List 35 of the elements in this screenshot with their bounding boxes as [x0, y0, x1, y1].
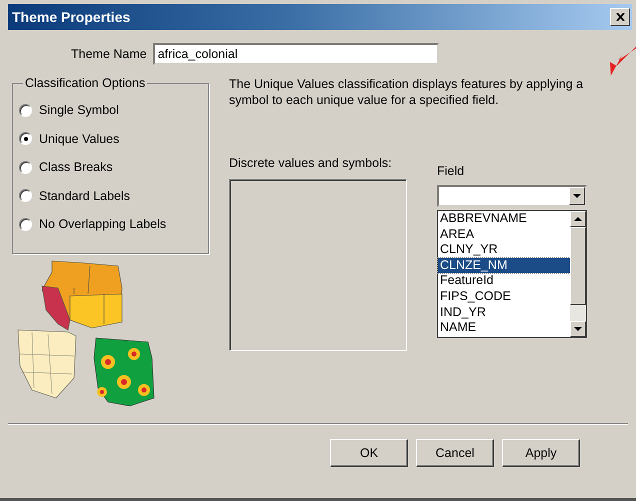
radio-option[interactable]: Class Breaks [19, 153, 208, 182]
close-icon [616, 13, 624, 21]
list-item[interactable]: FeatureId [438, 273, 570, 289]
list-item[interactable]: AREA [438, 226, 570, 242]
scrollbar[interactable] [570, 211, 586, 337]
list-item[interactable]: FIPS_CODE [438, 288, 570, 305]
dialog-button[interactable]: OK [330, 439, 408, 467]
radio-option[interactable]: No Overlapping Labels [19, 210, 208, 238]
discrete-values-label: Discrete values and symbols: [229, 156, 393, 170]
field-dropdown[interactable] [437, 185, 587, 207]
theme-name-field[interactable]: africa_colonial [152, 43, 439, 65]
field-label: Field [437, 164, 466, 178]
caret-icon [574, 327, 582, 331]
caret-icon [573, 194, 581, 198]
list-item[interactable]: ABBREVNAME [438, 211, 570, 227]
scroll-up-button[interactable] [570, 211, 586, 227]
list-item[interactable]: CLNY_YR [438, 242, 570, 258]
description-text: The Unique Values classification displays features by applying a symbol to each unique value for a specified field. [229, 76, 584, 108]
list-item[interactable]: IND_YR [438, 304, 570, 320]
window-title: Theme Properties [12, 9, 130, 25]
radio-option[interactable]: Single Symbol [19, 96, 208, 124]
list-item[interactable]: CLNZE_NM [438, 258, 570, 274]
dialog-button[interactable]: Apply [502, 439, 580, 467]
radio-option[interactable]: Unique Values [19, 124, 208, 153]
list-item[interactable]: NAME [438, 320, 570, 336]
theme-name-label: Theme Name [71, 47, 147, 61]
close-button[interactable] [610, 8, 630, 26]
caret-icon [574, 217, 582, 221]
group-title: Classification Options [24, 76, 146, 90]
values-list[interactable] [229, 179, 407, 351]
dropdown-button[interactable] [569, 187, 585, 205]
scroll-down-button[interactable] [570, 321, 586, 337]
scroll-thumb[interactable] [570, 227, 586, 305]
radio-option[interactable]: Standard Labels [19, 182, 208, 210]
dialog-button[interactable]: Cancel [416, 439, 494, 467]
